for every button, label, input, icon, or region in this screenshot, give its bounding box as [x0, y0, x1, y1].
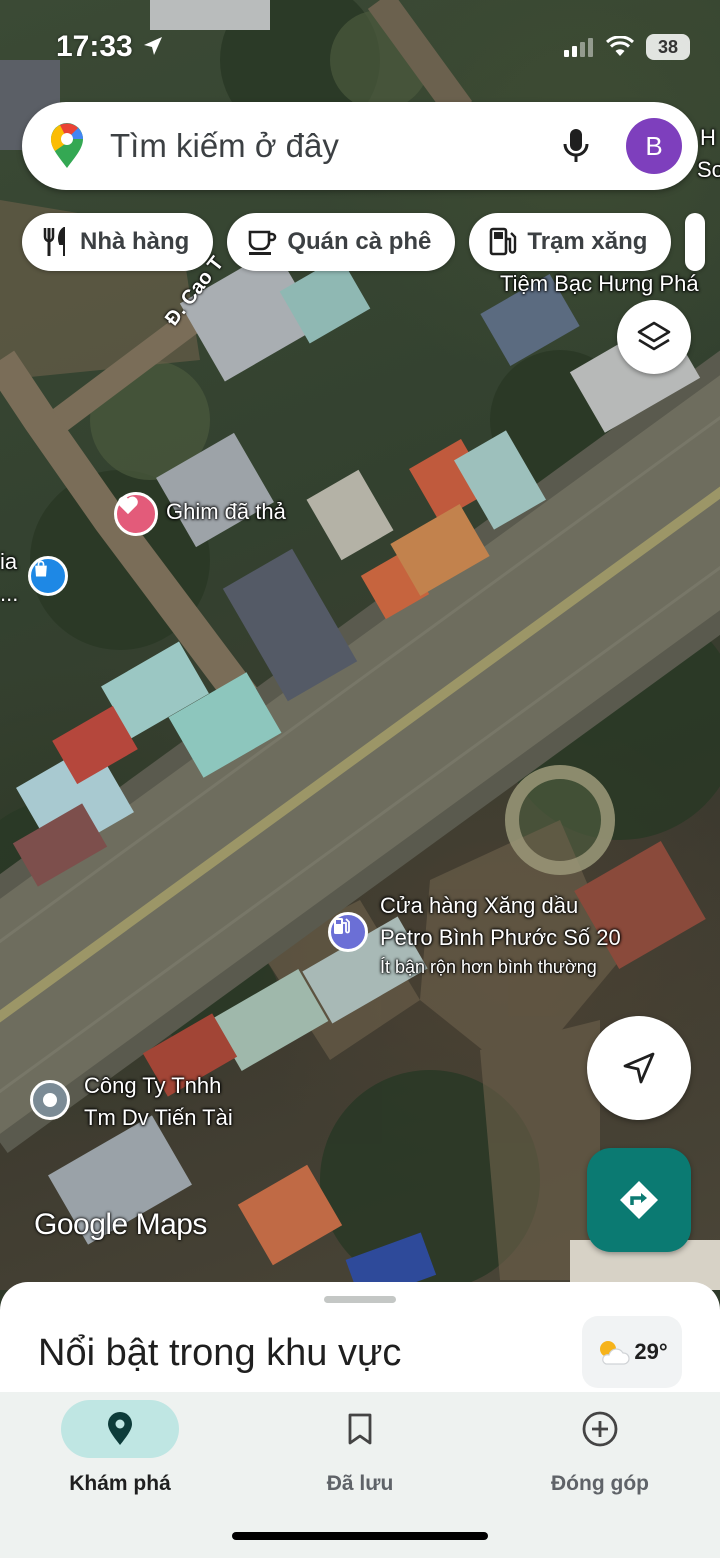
nav-explore-label: Khám phá	[69, 1472, 171, 1495]
nav-saved[interactable]: Đã lưu	[240, 1400, 480, 1496]
search-input[interactable]: Tìm kiếm ở đây	[110, 127, 556, 165]
navigation-arrow-icon	[623, 1052, 655, 1084]
chip-coffee[interactable]: Quán cà phê	[227, 213, 456, 271]
weather-chip[interactable]: 29°	[582, 1316, 682, 1388]
category-chips: Nhà hàng Quán cà phê Trạm xăng	[22, 213, 706, 271]
chip-restaurants-label: Nhà hàng	[80, 228, 190, 255]
dropped-pin-label[interactable]: Ghim đã thả	[166, 498, 286, 526]
layers-icon	[637, 321, 671, 351]
edge-label-left: ia	[0, 549, 18, 574]
nav-saved-pill[interactable]	[301, 1400, 419, 1458]
directions-button[interactable]	[587, 1148, 691, 1252]
signal-icon	[564, 38, 593, 57]
nav-saved-label: Đã lưu	[326, 1472, 394, 1495]
location-arrow-icon	[144, 37, 163, 55]
edge-label-top: H	[700, 125, 716, 150]
edge-label-left-2: ...	[0, 581, 19, 606]
add-circle-icon	[582, 1411, 618, 1447]
nav-contribute[interactable]: Đóng góp	[480, 1400, 720, 1496]
location-pin-icon	[108, 1412, 132, 1445]
nav-contribute-pill[interactable]	[541, 1400, 659, 1458]
battery-indicator: 38	[646, 34, 690, 60]
bookmark-icon	[348, 1413, 372, 1445]
sheet-drag-handle[interactable]	[324, 1296, 396, 1303]
partly-cloudy-icon	[600, 1341, 630, 1365]
chip-gas-station-label: Trạm xăng	[527, 228, 648, 255]
nav-explore[interactable]: Khám phá	[0, 1400, 240, 1496]
status-time: 17:33	[56, 30, 165, 64]
home-indicator	[232, 1532, 488, 1540]
chip-more[interactable]	[685, 213, 706, 271]
temperature: 29°	[634, 1339, 668, 1364]
status-icons: 38	[564, 34, 690, 60]
gas-station-busy-status: Ít bận rộn hơn bình thường	[380, 957, 597, 977]
directions-icon	[620, 1181, 658, 1219]
shopping-bag-icon[interactable]	[28, 556, 68, 596]
company-name-2[interactable]: Tm Dv Tiến Tài	[84, 1104, 233, 1132]
gas-station-name-2[interactable]: Petro Bình Phước Số 20	[380, 924, 621, 952]
dropped-pin-heart-icon[interactable]	[114, 492, 158, 536]
poi-tiem-bac[interactable]: Tiệm Bạc Hưng Phá	[500, 270, 699, 298]
nav-contribute-label: Đóng góp	[551, 1472, 649, 1495]
restaurant-icon	[42, 227, 70, 257]
chip-coffee-label: Quán cà phê	[287, 228, 432, 255]
explore-bottom-sheet[interactable]: Nổi bật trong khu vực 29°	[0, 1282, 720, 1392]
place-icon[interactable]	[30, 1080, 70, 1120]
chip-restaurants[interactable]: Nhà hàng	[22, 213, 214, 271]
gas-station-name-1[interactable]: Cửa hàng Xăng dầu	[380, 892, 578, 920]
gas-station-icon	[489, 227, 517, 257]
edge-label-top-2: Sơ	[697, 157, 720, 182]
account-avatar[interactable]: B	[626, 118, 682, 174]
bottom-navigation: Khám phá Đã lưu Đóng góp	[0, 1392, 720, 1558]
my-location-button[interactable]	[587, 1016, 691, 1120]
google-maps-logo-icon	[51, 123, 83, 168]
nav-explore-pill[interactable]	[61, 1400, 179, 1458]
search-bar[interactable]: Tìm kiếm ở đây B	[22, 102, 698, 190]
coffee-icon	[247, 228, 277, 256]
chip-gas-station[interactable]: Trạm xăng	[469, 213, 672, 271]
microphone-icon[interactable]	[556, 126, 596, 166]
google-maps-watermark: Google Maps	[34, 1208, 207, 1241]
wifi-icon	[606, 36, 634, 56]
status-time-text: 17:33	[56, 30, 133, 63]
company-name-1[interactable]: Công Ty Tnhh	[84, 1072, 221, 1100]
sheet-title: Nổi bật trong khu vực	[38, 1332, 402, 1374]
gas-pump-icon[interactable]	[328, 912, 368, 952]
layers-button[interactable]	[617, 300, 691, 374]
